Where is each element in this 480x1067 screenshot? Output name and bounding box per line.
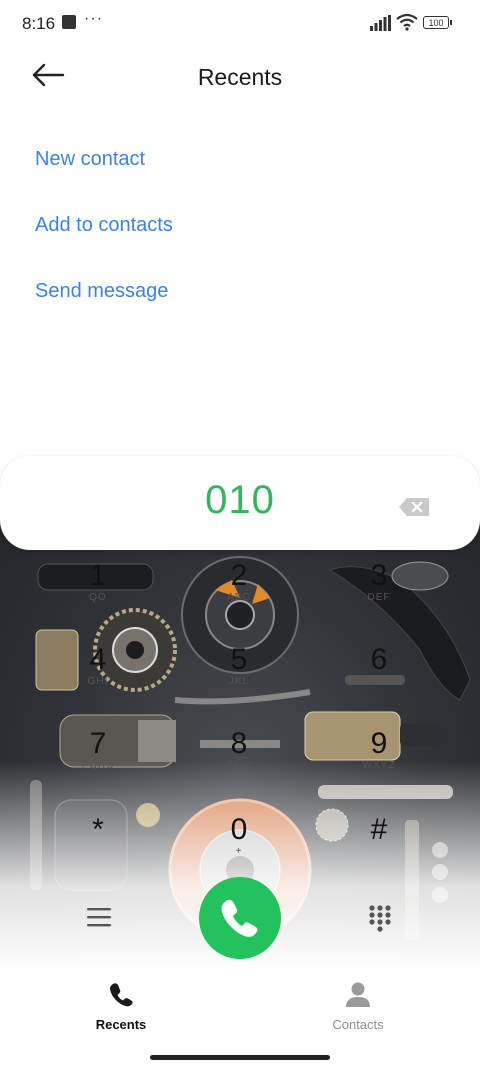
- add-to-contacts-link[interactable]: Add to contacts: [35, 214, 173, 237]
- key-letters: DEF: [367, 592, 391, 603]
- key-digit: 9: [370, 727, 388, 760]
- key-digit: 8: [230, 727, 248, 760]
- menu-icon[interactable]: [87, 906, 111, 928]
- key-6[interactable]: 6 MNO: [334, 644, 424, 704]
- call-button[interactable]: [199, 877, 281, 959]
- status-bar: 8:16 ··· 100: [0, 0, 480, 48]
- key-7[interactable]: 7 PQRS: [53, 728, 143, 788]
- number-display: 010: [0, 456, 480, 550]
- key-letters: ABC: [227, 592, 251, 603]
- key-5[interactable]: 5 JKL: [194, 644, 284, 704]
- page-title: Recents: [197, 64, 283, 90]
- key-letters: MNO: [365, 676, 393, 687]
- phone-icon: [221, 899, 258, 937]
- nav-recents[interactable]: Recents: [61, 980, 181, 1032]
- key-digit: 6: [370, 643, 388, 676]
- app-header: Recents: [0, 48, 480, 108]
- key-letters: TUV: [227, 760, 251, 771]
- more-notifications-icon: ···: [84, 10, 103, 27]
- backspace-icon[interactable]: [398, 497, 430, 517]
- key-digit: *: [92, 813, 104, 846]
- battery-icon: 100: [423, 16, 452, 29]
- key-9[interactable]: 9 WXYZ: [334, 728, 424, 788]
- notification-app-icon: [62, 15, 76, 29]
- wifi-icon: [396, 13, 418, 31]
- key-letters: +: [235, 846, 243, 857]
- key-letters: PQRS: [81, 760, 115, 771]
- bottom-nav: Recents Contacts: [0, 970, 480, 1067]
- key-3[interactable]: 3 DEF: [334, 560, 424, 620]
- key-digit: 0: [230, 813, 248, 846]
- key-digit: 2: [230, 559, 248, 592]
- nav-recents-label: Recents: [95, 1017, 147, 1032]
- key-0[interactable]: 0 +: [194, 814, 284, 874]
- key-digit: 7: [89, 727, 107, 760]
- key-digit: 5: [230, 643, 248, 676]
- dialpad-toggle-icon[interactable]: [368, 904, 392, 932]
- key-letters: JKL: [228, 676, 250, 687]
- key-hash[interactable]: #: [334, 814, 424, 874]
- key-letters: GHI: [87, 676, 109, 687]
- key-digit: 3: [370, 559, 388, 592]
- send-message-link[interactable]: Send message: [35, 280, 168, 303]
- key-8[interactable]: 8 TUV: [194, 728, 284, 788]
- key-letters: QO: [89, 592, 107, 603]
- person-icon: [346, 982, 370, 1007]
- key-digit: #: [370, 813, 388, 846]
- status-time: 8:16: [22, 14, 56, 33]
- key-4[interactable]: 4 GHI: [53, 644, 143, 704]
- key-letters: WXYZ: [362, 760, 396, 771]
- nav-contacts-label: Contacts: [332, 1017, 384, 1032]
- key-digit: 4: [89, 643, 107, 676]
- key-2[interactable]: 2 ABC: [194, 560, 284, 620]
- nav-contacts[interactable]: Contacts: [298, 980, 418, 1032]
- cellular-signal-icon: [370, 15, 391, 31]
- home-indicator[interactable]: [150, 1055, 330, 1060]
- new-contact-link[interactable]: New contact: [35, 148, 145, 171]
- key-1[interactable]: 1 QO: [53, 560, 143, 620]
- key-digit: 1: [89, 559, 107, 592]
- phone-icon: [109, 983, 133, 1007]
- key-star[interactable]: *: [53, 814, 143, 874]
